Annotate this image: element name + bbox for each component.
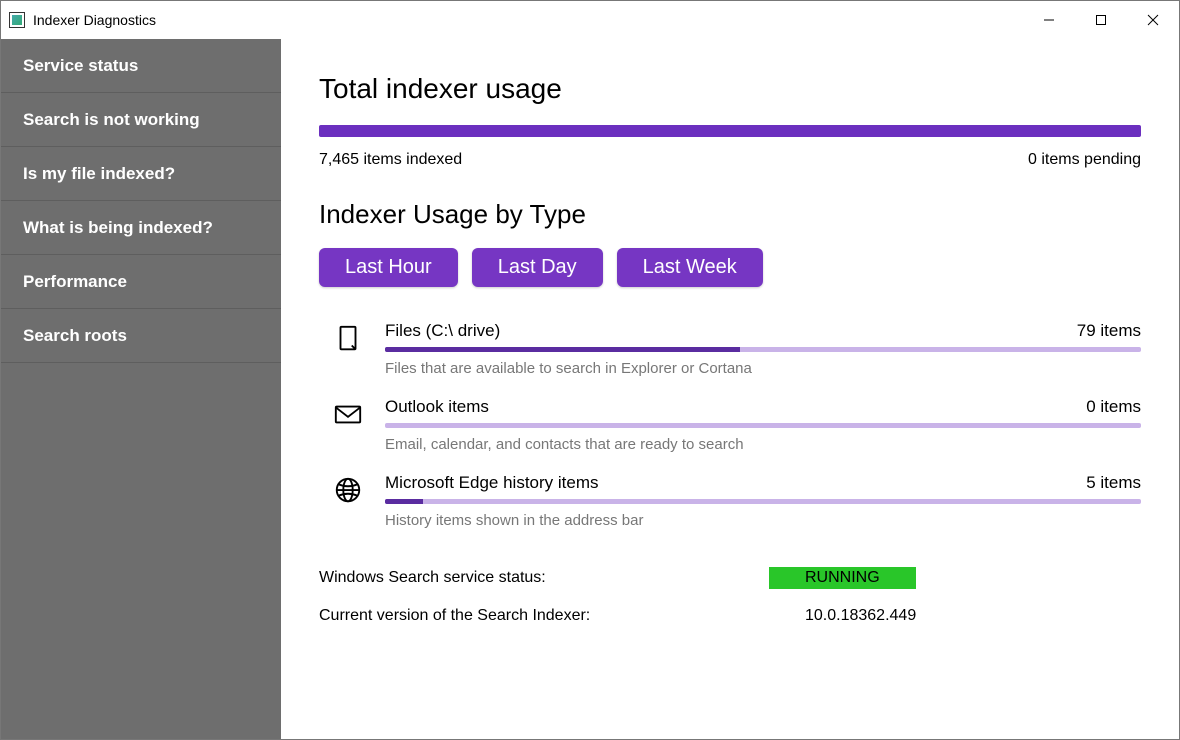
type-body: Outlook items 0 items Email, calendar, a… <box>385 397 1141 453</box>
type-bar-fill <box>385 347 740 352</box>
sidebar-item-label: Search is not working <box>23 110 200 130</box>
type-title: Files (C:\ drive) <box>385 321 500 341</box>
type-count: 0 items <box>1086 397 1141 417</box>
mail-icon <box>331 397 365 431</box>
sidebar-item-performance[interactable]: Performance <box>1 255 281 309</box>
close-icon <box>1147 14 1159 26</box>
type-bar <box>385 347 1141 352</box>
titlebar: Indexer Diagnostics <box>1 1 1179 39</box>
main-panel: Total indexer usage 7,465 items indexed … <box>281 39 1179 739</box>
type-head: Files (C:\ drive) 79 items <box>385 321 1141 341</box>
type-row-files: Files (C:\ drive) 79 items Files that ar… <box>331 321 1141 377</box>
sidebar-item-search-not-working[interactable]: Search is not working <box>1 93 281 147</box>
sidebar-item-service-status[interactable]: Service status <box>1 39 281 93</box>
total-usage-bar <box>319 125 1141 137</box>
type-title: Outlook items <box>385 397 489 417</box>
service-status-label: Windows Search service status: <box>319 569 769 587</box>
last-week-button[interactable]: Last Week <box>617 248 763 287</box>
type-bar <box>385 499 1141 504</box>
usage-type-list: Files (C:\ drive) 79 items Files that ar… <box>331 321 1141 529</box>
type-desc: Files that are available to search in Ex… <box>385 360 1141 377</box>
version-value: 10.0.18362.449 <box>769 607 916 625</box>
sidebar: Service status Search is not working Is … <box>1 39 281 739</box>
last-hour-button[interactable]: Last Hour <box>319 248 458 287</box>
time-range-buttons: Last Hour Last Day Last Week <box>319 248 1141 287</box>
sidebar-item-label: Service status <box>23 56 138 76</box>
window-controls <box>1023 1 1179 39</box>
type-body: Microsoft Edge history items 5 items His… <box>385 473 1141 529</box>
type-head: Microsoft Edge history items 5 items <box>385 473 1141 493</box>
usage-by-type-heading: Indexer Usage by Type <box>319 199 1141 230</box>
version-label: Current version of the Search Indexer: <box>319 607 769 625</box>
titlebar-left: Indexer Diagnostics <box>9 12 156 28</box>
type-count: 5 items <box>1086 473 1141 493</box>
type-desc: Email, calendar, and contacts that are r… <box>385 436 1141 453</box>
sidebar-item-label: Search roots <box>23 326 127 346</box>
total-usage-heading: Total indexer usage <box>319 73 1141 105</box>
close-button[interactable] <box>1127 1 1179 39</box>
type-bar-fill <box>385 499 423 504</box>
sidebar-item-label: What is being indexed? <box>23 218 213 238</box>
globe-icon <box>331 473 365 507</box>
service-status-badge: RUNNING <box>769 567 916 589</box>
status-block: Windows Search service status: RUNNING C… <box>319 567 1141 625</box>
total-usage-stats: 7,465 items indexed 0 items pending <box>319 151 1141 169</box>
type-count: 79 items <box>1077 321 1141 341</box>
type-bar <box>385 423 1141 428</box>
app-window: Indexer Diagnostics Service status Searc… <box>0 0 1180 740</box>
minimize-icon <box>1043 14 1055 26</box>
sidebar-item-label: Is my file indexed? <box>23 164 175 184</box>
type-desc: History items shown in the address bar <box>385 512 1141 529</box>
minimize-button[interactable] <box>1023 1 1075 39</box>
window-title: Indexer Diagnostics <box>33 12 156 28</box>
type-body: Files (C:\ drive) 79 items Files that ar… <box>385 321 1141 377</box>
type-row-outlook: Outlook items 0 items Email, calendar, a… <box>331 397 1141 453</box>
version-row: Current version of the Search Indexer: 1… <box>319 607 1141 625</box>
sidebar-item-label: Performance <box>23 272 127 292</box>
sidebar-item-what-is-indexed[interactable]: What is being indexed? <box>1 201 281 255</box>
app-body: Service status Search is not working Is … <box>1 39 1179 739</box>
maximize-icon <box>1095 14 1107 26</box>
type-row-edge-history: Microsoft Edge history items 5 items His… <box>331 473 1141 529</box>
sidebar-item-is-file-indexed[interactable]: Is my file indexed? <box>1 147 281 201</box>
items-indexed-text: 7,465 items indexed <box>319 151 462 169</box>
file-icon <box>331 321 365 355</box>
app-icon <box>9 12 25 28</box>
sidebar-item-search-roots[interactable]: Search roots <box>1 309 281 363</box>
type-head: Outlook items 0 items <box>385 397 1141 417</box>
items-pending-text: 0 items pending <box>1028 151 1141 169</box>
type-title: Microsoft Edge history items <box>385 473 599 493</box>
maximize-button[interactable] <box>1075 1 1127 39</box>
last-day-button[interactable]: Last Day <box>472 248 603 287</box>
service-status-row: Windows Search service status: RUNNING <box>319 567 1141 589</box>
